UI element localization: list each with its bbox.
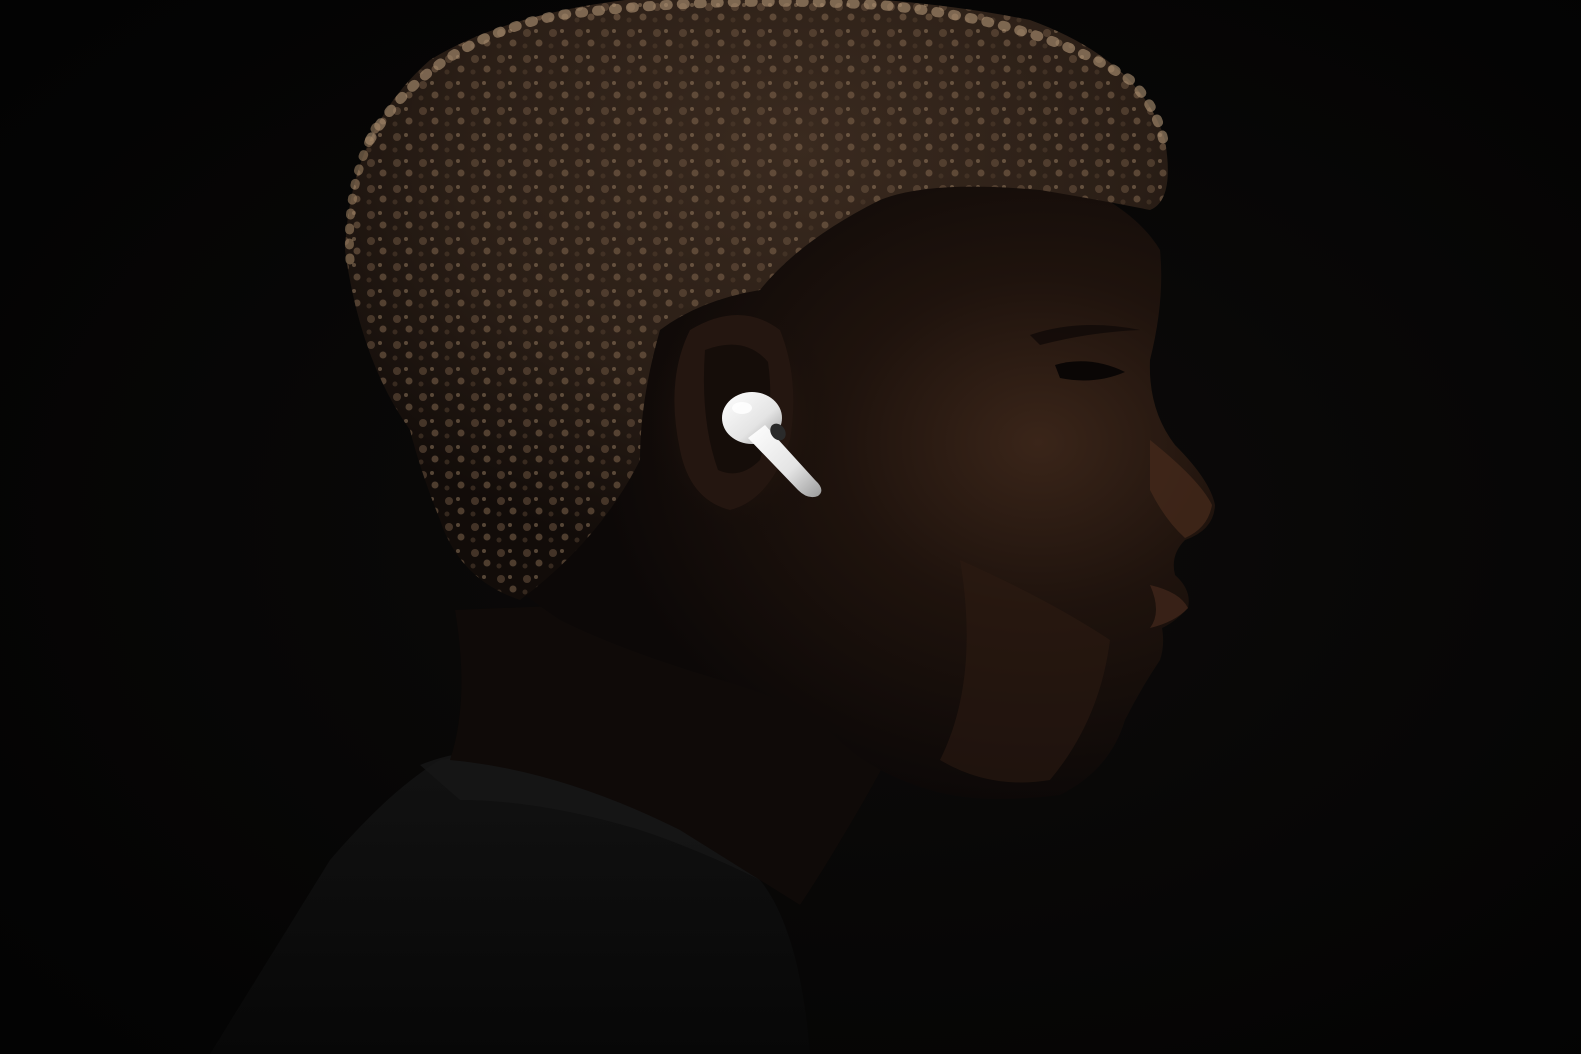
photo-scene <box>0 0 1581 1054</box>
portrait-illustration <box>0 0 1581 1054</box>
